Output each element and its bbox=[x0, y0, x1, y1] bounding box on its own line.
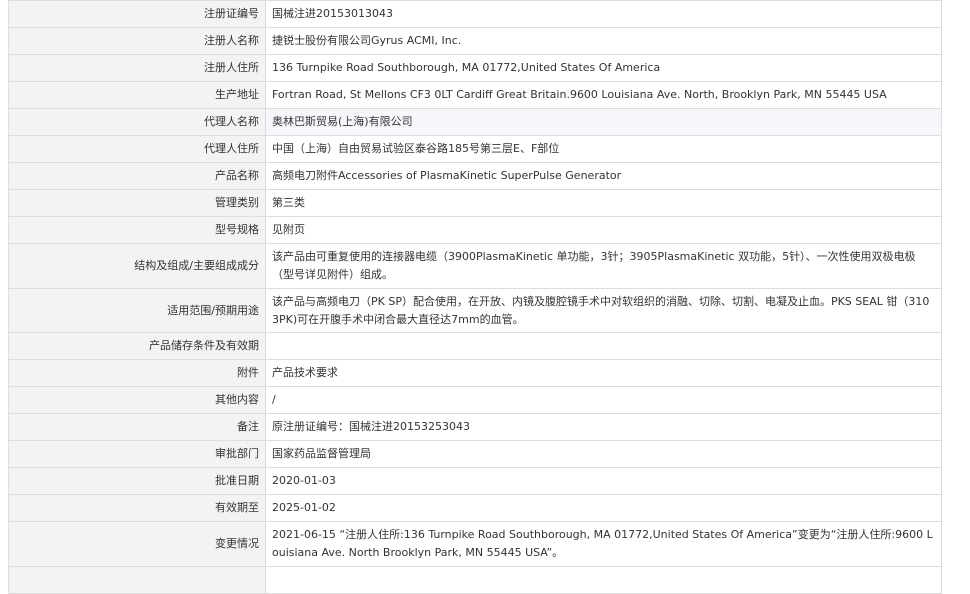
field-label bbox=[8, 566, 266, 594]
table-row: 代理人名称 奥林巴斯贸易(上海)有限公司 bbox=[8, 108, 942, 136]
field-value: 高频电刀附件Accessories of PlasmaKinetic Super… bbox=[265, 162, 942, 190]
field-label: 适用范围/预期用途 bbox=[8, 288, 266, 333]
table-row: 适用范围/预期用途 该产品与高频电刀（PK SP）配合使用，在开放、内镜及腹腔镜手… bbox=[8, 288, 942, 333]
field-value bbox=[265, 332, 942, 360]
field-label: 备注 bbox=[8, 413, 266, 441]
field-value: 中国（上海）自由贸易试验区泰谷路185号第三层E、F部位 bbox=[265, 135, 942, 163]
table-row: 型号规格 见附页 bbox=[8, 216, 942, 244]
table-row: 生产地址 Fortran Road, St Mellons CF3 0LT Car… bbox=[8, 81, 942, 109]
field-label: 注册人名称 bbox=[8, 27, 266, 55]
field-label: 代理人名称 bbox=[8, 108, 266, 136]
field-value: 见附页 bbox=[265, 216, 942, 244]
table-row: 产品储存条件及有效期 bbox=[8, 332, 942, 360]
table-row: 备注 原注册证编号：国械注进20153253043 bbox=[8, 413, 942, 441]
table-row: 管理类别 第三类 bbox=[8, 189, 942, 217]
field-label: 变更情况 bbox=[8, 521, 266, 567]
field-label: 型号规格 bbox=[8, 216, 266, 244]
table-row: 审批部门 国家药品监督管理局 bbox=[8, 440, 942, 468]
field-value: 产品技术要求 bbox=[265, 359, 942, 387]
table-row: 有效期至 2025-01-02 bbox=[8, 494, 942, 522]
table-row: 注册证编号 国械注进20153013043 bbox=[8, 0, 942, 28]
table-row: 注册人住所 136 Turnpike Road Southborough, MA … bbox=[8, 54, 942, 82]
table-row: 注册人名称 捷锐士股份有限公司Gyrus ACMI, Inc. bbox=[8, 27, 942, 55]
field-value: 2025-01-02 bbox=[265, 494, 942, 522]
field-label: 其他内容 bbox=[8, 386, 266, 414]
field-value: Fortran Road, St Mellons CF3 0LT Cardiff… bbox=[265, 81, 942, 109]
field-value: 136 Turnpike Road Southborough, MA 01772… bbox=[265, 54, 942, 82]
table-row: 结构及组成/主要组成成分 该产品由可重复使用的连接器电缆（3900PlasmaKi… bbox=[8, 243, 942, 289]
field-label: 管理类别 bbox=[8, 189, 266, 217]
table-row bbox=[8, 566, 942, 594]
field-value: 国家药品监督管理局 bbox=[265, 440, 942, 468]
field-label: 产品储存条件及有效期 bbox=[8, 332, 266, 360]
field-label: 批准日期 bbox=[8, 467, 266, 495]
table-row: 代理人住所 中国（上海）自由贸易试验区泰谷路185号第三层E、F部位 bbox=[8, 135, 942, 163]
field-label: 有效期至 bbox=[8, 494, 266, 522]
table-row: 其他内容 / bbox=[8, 386, 942, 414]
field-label: 代理人住所 bbox=[8, 135, 266, 163]
table-row: 附件 产品技术要求 bbox=[8, 359, 942, 387]
field-value: 2021-06-15 “注册人住所:136 Turnpike Road Sout… bbox=[265, 521, 942, 567]
field-label: 产品名称 bbox=[8, 162, 266, 190]
field-value: 国械注进20153013043 bbox=[265, 0, 942, 28]
field-value: 原注册证编号：国械注进20153253043 bbox=[265, 413, 942, 441]
field-value: 捷锐士股份有限公司Gyrus ACMI, Inc. bbox=[265, 27, 942, 55]
field-label: 结构及组成/主要组成成分 bbox=[8, 243, 266, 289]
field-value bbox=[265, 566, 942, 594]
page-right-margin bbox=[955, 0, 970, 575]
field-label: 注册人住所 bbox=[8, 54, 266, 82]
field-value: 2020-01-03 bbox=[265, 467, 942, 495]
field-label: 审批部门 bbox=[8, 440, 266, 468]
field-value: / bbox=[265, 386, 942, 414]
field-label: 注册证编号 bbox=[8, 0, 266, 28]
field-value: 该产品由可重复使用的连接器电缆（3900PlasmaKinetic 单功能，3针… bbox=[265, 243, 942, 289]
field-value: 奥林巴斯贸易(上海)有限公司 bbox=[265, 108, 942, 136]
field-label: 生产地址 bbox=[8, 81, 266, 109]
table-row: 变更情况 2021-06-15 “注册人住所:136 Turnpike Road … bbox=[8, 521, 942, 567]
field-value: 第三类 bbox=[265, 189, 942, 217]
registration-table-body: 注册证编号 国械注进20153013043 注册人名称 捷锐士股份有限公司Gyrus … bbox=[8, 0, 942, 594]
table-row: 批准日期 2020-01-03 bbox=[8, 467, 942, 495]
registration-detail-table: 注册证编号 国械注进20153013043 注册人名称 捷锐士股份有限公司Gyrus … bbox=[8, 0, 942, 594]
table-row: 产品名称 高频电刀附件Accessories of PlasmaKinetic S… bbox=[8, 162, 942, 190]
field-label: 附件 bbox=[8, 359, 266, 387]
field-value: 该产品与高频电刀（PK SP）配合使用，在开放、内镜及腹腔镜手术中对软组织的消融… bbox=[265, 288, 942, 333]
